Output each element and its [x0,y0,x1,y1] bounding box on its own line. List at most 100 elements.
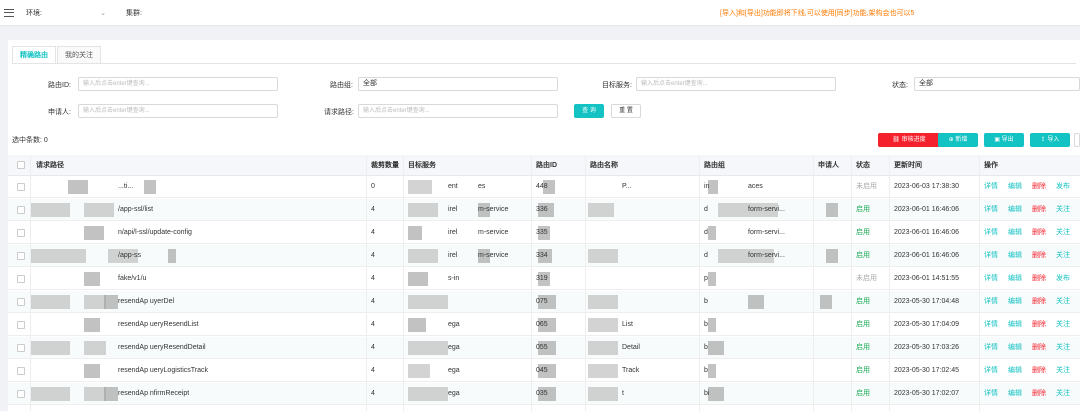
row-checkbox[interactable] [17,183,25,191]
redacted-block [408,226,422,240]
delete-link[interactable]: 删除 [1032,383,1046,405]
route-group-select[interactable]: 全部 [358,77,558,91]
row-checkbox[interactable] [17,252,25,260]
cell-route-id: 055 [536,344,548,351]
row-checkbox[interactable] [17,321,25,329]
details-link[interactable]: 详情 [984,176,998,198]
row-checkbox[interactable] [17,298,25,306]
details-link[interactable]: 详情 [984,245,998,267]
table-row[interactable]: resendAp ueryLogisticsTrack 4 ega 045 Track b… [8,360,1080,382]
follow-link[interactable]: 关注 [1056,245,1070,267]
cell-target-service: ega [448,344,460,351]
applicant-input[interactable]: 输入后点击enter键查询... [78,104,278,118]
details-link[interactable]: 详情 [984,337,998,359]
row-checkbox[interactable] [17,367,25,375]
tab-exact-route[interactable]: 精确路由 [12,46,56,64]
publish-link[interactable]: 发布 [1056,268,1070,290]
edit-link[interactable]: 编辑 [1008,337,1022,359]
header-route-group: 路由组 [704,162,725,169]
follow-link[interactable]: 关注 [1056,314,1070,336]
redacted-block [68,180,88,194]
follow-link[interactable]: 关注 [1056,337,1070,359]
table-row[interactable]: resendAp ueryResendList 4 ega 065 List b 启用 202… [8,314,1080,336]
cell-status: 启用 [856,229,870,236]
cell-route-group-suffix: form-servi... [748,229,785,236]
more-button[interactable] [1074,133,1080,147]
table-row[interactable]: /app-ss 4 irel m-service 334 d form-servi... 启用… [8,245,1080,267]
cell-update-time: 2023-05-30 17:02:07 [894,390,959,397]
redacted-block [144,180,156,194]
delete-link[interactable]: 删除 [1032,199,1046,221]
publish-link[interactable]: 发布 [1056,176,1070,198]
header-target-service: 目标服务 [408,162,436,169]
add-button[interactable]: ⊕ 新增 [938,133,978,147]
details-link[interactable]: 详情 [984,291,998,313]
edit-link[interactable]: 编辑 [1008,314,1022,336]
import-button[interactable]: ⇪ 导入 [1030,133,1070,147]
edit-link[interactable]: 编辑 [1008,245,1022,267]
edit-link[interactable]: 编辑 [1008,199,1022,221]
export-button[interactable]: ▣ 导出 [984,133,1024,147]
delete-link[interactable]: 删除 [1032,245,1046,267]
edit-link[interactable]: 编辑 [1008,268,1022,290]
cell-update-time: 2023-06-01 14:51:55 [894,275,959,282]
delete-link[interactable]: 删除 [1032,337,1046,359]
table-row[interactable]: n/api/l-ssl/update-config 4 irel m-service 3… [8,222,1080,244]
delete-link[interactable]: 删除 [1032,268,1046,290]
audit-progress-button[interactable]: ⛓ 审核进度 [878,133,940,147]
edit-link[interactable]: 编辑 [1008,291,1022,313]
row-checkbox[interactable] [17,344,25,352]
delete-link[interactable]: 删除 [1032,222,1046,244]
target-service-label: 目标服务: [602,82,632,89]
cell-status: 未启用 [856,183,877,190]
reset-button[interactable]: 重 置 [611,104,641,118]
redacted-block [408,387,448,401]
follow-link[interactable]: 关注 [1056,291,1070,313]
row-checkbox[interactable] [17,390,25,398]
table-header: 请求路径 裁剪数量 目标服务 路由ID 路由名称 路由组 申请人 状态 更新时间… [8,155,1080,176]
route-id-input[interactable]: 输入后点击enter键查询... [78,77,278,91]
row-checkbox[interactable] [17,229,25,237]
details-link[interactable]: 详情 [984,268,998,290]
table-row[interactable]: /app-ssl/list 4 irel m-service 336 d form-serv… [8,199,1080,221]
cell-clip-count: 4 [371,298,375,305]
edit-link[interactable]: 编辑 [1008,383,1022,405]
status-select[interactable]: 全部 [914,77,1080,91]
col-divider [699,155,700,411]
table-row[interactable]: resendAp uyerDel 4 075 b 启用 2023-05-30 17:04:… [8,291,1080,313]
redacted-block [588,295,618,309]
query-button[interactable]: 查 询 [574,104,604,118]
redacted-block [30,249,86,263]
delete-link[interactable]: 删除 [1032,360,1046,382]
follow-link[interactable]: 关注 [1056,360,1070,382]
request-path-input[interactable]: 输入后点击enter键查询... [358,104,558,118]
table-row[interactable]: resendAp nfirmReceipt 4 ega 035 t bi 启用 2023-05… [8,383,1080,405]
details-link[interactable]: 详情 [984,360,998,382]
delete-link[interactable]: 删除 [1032,314,1046,336]
details-link[interactable]: 详情 [984,222,998,244]
cell-request-path: /app-ss [118,252,141,259]
edit-link[interactable]: 编辑 [1008,360,1022,382]
follow-link[interactable]: 关注 [1056,383,1070,405]
tab-my-follow[interactable]: 我的关注 [57,46,101,64]
follow-link[interactable]: 关注 [1056,222,1070,244]
target-service-input[interactable]: 输入后点击enter键查询... [636,77,836,91]
details-link[interactable]: 详情 [984,314,998,336]
select-all-checkbox[interactable] [17,161,25,169]
env-select[interactable]: ⌄ [46,6,106,20]
details-link[interactable]: 详情 [984,199,998,221]
row-checkbox[interactable] [17,206,25,214]
edit-link[interactable]: 编辑 [1008,222,1022,244]
delete-link[interactable]: 删除 [1032,176,1046,198]
delete-link[interactable]: 删除 [1032,291,1046,313]
table-row[interactable]: resendAp ueryResendDetail 4 ega 055 Detail b 启… [8,337,1080,359]
menu-icon[interactable] [4,8,14,17]
edit-link[interactable]: 编辑 [1008,176,1022,198]
table-row[interactable]: fake/v1/u 4 s-in 319 p 未启用 2023-06-01 14:51:55… [8,268,1080,290]
follow-link[interactable]: 关注 [1056,199,1070,221]
cell-status: 启用 [856,367,870,374]
table-row[interactable]: ...ti... 0 ent es 448 P... in aces 未启用 2023-06-03… [8,176,1080,198]
redacted-block [408,295,448,309]
row-checkbox[interactable] [17,275,25,283]
details-link[interactable]: 详情 [984,383,998,405]
